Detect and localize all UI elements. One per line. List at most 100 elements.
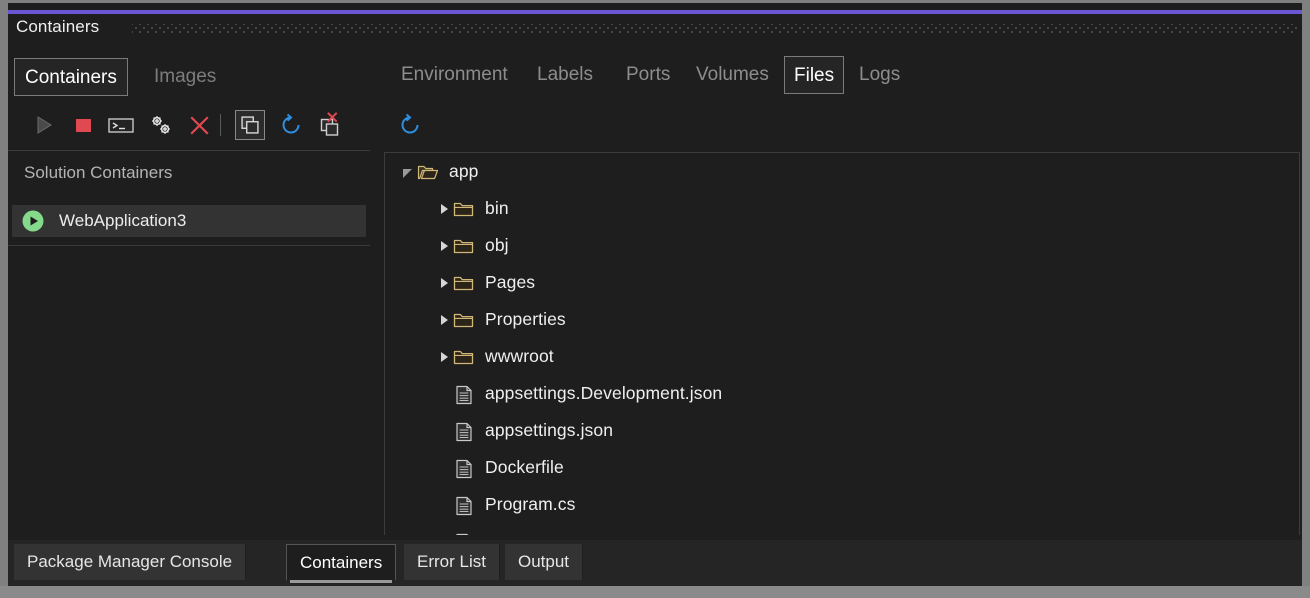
start-container-button[interactable]: [28, 110, 58, 140]
chevron-right-icon[interactable]: [435, 274, 453, 292]
tree-node-label: appsettings.json: [485, 420, 613, 441]
list-item-webapplication3[interactable]: WebApplication3: [12, 205, 366, 237]
chevron-down-icon[interactable]: [399, 163, 417, 181]
play-icon: [28, 110, 58, 140]
refresh-files-button[interactable]: [395, 110, 425, 140]
file-tree[interactable]: appbin obj Pages Properties wwwroot appsettin…: [384, 152, 1300, 535]
remove-container-button[interactable]: [185, 110, 215, 140]
tree-row[interactable]: appsettings.json: [385, 412, 1299, 449]
stop-container-button[interactable]: [68, 110, 98, 140]
prune-containers-button[interactable]: [316, 110, 346, 140]
container-toolbar: [8, 108, 370, 144]
tab-logs[interactable]: Logs: [850, 56, 909, 94]
tree-node-label: bin: [485, 198, 509, 219]
tree-expander[interactable]: [435, 200, 453, 218]
container-settings-button[interactable]: [146, 110, 176, 140]
folder-icon: [453, 199, 475, 219]
tab-images[interactable]: Images: [144, 58, 226, 96]
chevron-right-icon[interactable]: [435, 348, 453, 366]
folder-icon: [453, 347, 475, 367]
window-drag-grip[interactable]: [132, 24, 1298, 33]
tree-row[interactable]: wwwroot: [385, 338, 1299, 375]
containers-list-pane: Containers Images: [8, 50, 370, 537]
tab-ports[interactable]: Ports: [617, 56, 679, 94]
refresh-button[interactable]: [276, 110, 306, 140]
tab-files-label: Files: [794, 65, 834, 86]
tree-expander[interactable]: [435, 274, 453, 292]
tab-labels[interactable]: Labels: [528, 56, 602, 94]
tree-row[interactable]: appsettings.Development.json: [385, 375, 1299, 412]
tab-files[interactable]: Files: [784, 56, 844, 94]
tool-window-title-row: Containers: [8, 14, 1302, 46]
tree-expander: [435, 459, 453, 477]
tree-node-icon: [453, 495, 475, 515]
file-icon: [453, 495, 475, 517]
tree-row[interactable]: obj: [385, 227, 1299, 264]
tab-containers-label: Containers: [25, 67, 117, 88]
tab-volumes[interactable]: Volumes: [687, 56, 778, 94]
tree-row[interactable]: Properties: [385, 301, 1299, 338]
tab-environment[interactable]: Environment: [392, 56, 517, 94]
tree-expander[interactable]: [435, 237, 453, 255]
bottom-tab-output-label: Output: [518, 552, 569, 571]
tree-node-label: app: [449, 161, 479, 182]
file-icon: [453, 458, 475, 480]
file-icon: [453, 421, 475, 443]
tree-row[interactable]: Pages: [385, 264, 1299, 301]
bottom-tab-containers[interactable]: Containers: [286, 544, 396, 580]
tree-expander[interactable]: [435, 311, 453, 329]
tree-node-icon: [453, 532, 475, 536]
bottom-tab-error-list[interactable]: Error List: [404, 544, 500, 580]
containers-tool-window: Containers Containers Images: [0, 0, 1310, 598]
show-containers-button[interactable]: [235, 110, 265, 140]
open-terminal-button[interactable]: [106, 110, 136, 140]
folder-icon: [453, 236, 475, 256]
tree-row[interactable]: bin: [385, 190, 1299, 227]
refresh-icon: [395, 110, 425, 140]
details-tabstrip: Environment Labels Ports Volumes Files L…: [382, 56, 1302, 100]
tree-row[interactable]: [385, 523, 1299, 535]
files-toolbar: [382, 108, 1302, 146]
tab-ports-label: Ports: [626, 64, 670, 85]
bottom-tab-output[interactable]: Output: [505, 544, 583, 580]
tree-node-label: Pages: [485, 272, 535, 293]
status-bar: [0, 586, 1310, 598]
chevron-right-icon[interactable]: [435, 237, 453, 255]
folder-open-icon: [417, 162, 439, 182]
tree-expander[interactable]: [399, 163, 417, 181]
tree-expander[interactable]: [435, 348, 453, 366]
list-divider: [8, 245, 370, 246]
tree-node-icon: [453, 310, 475, 330]
tree-expander: [435, 533, 453, 536]
tree-node-label: Program.cs: [485, 494, 575, 515]
left-pane-tabstrip: Containers Images: [8, 58, 370, 102]
tab-environment-label: Environment: [401, 64, 508, 85]
bottom-tab-error-list-label: Error List: [417, 552, 486, 571]
gears-icon: [146, 110, 176, 140]
folder-icon: [453, 310, 475, 330]
tree-node-label: Dockerfile: [485, 457, 564, 478]
chevron-right-icon[interactable]: [435, 311, 453, 329]
close-x-icon: [185, 110, 215, 140]
tab-labels-label: Labels: [537, 64, 593, 85]
bottom-tab-containers-label: Containers: [300, 553, 382, 572]
stop-square-icon: [68, 110, 98, 140]
tree-row[interactable]: Program.cs: [385, 486, 1299, 523]
tree-node-label: Properties: [485, 309, 566, 330]
refresh-icon: [276, 110, 306, 140]
tree-node-label: wwwroot: [485, 346, 554, 367]
tree-node-icon: [453, 347, 475, 367]
tree-row[interactable]: Dockerfile: [385, 449, 1299, 486]
tree-node-icon: [453, 458, 475, 478]
list-item-label: WebApplication3: [59, 211, 186, 231]
tab-containers[interactable]: Containers: [14, 58, 128, 96]
bottom-tab-package-manager-console-label: Package Manager Console: [27, 552, 232, 571]
solution-containers-header: Solution Containers: [8, 154, 370, 192]
folder-icon: [453, 273, 475, 293]
tree-row[interactable]: app: [385, 153, 1299, 190]
tree-expander: [435, 385, 453, 403]
bottom-tab-package-manager-console[interactable]: Package Manager Console: [14, 544, 246, 580]
bottom-tabstrip: Package Manager Console Containers Error…: [8, 540, 1302, 586]
chevron-right-icon[interactable]: [435, 200, 453, 218]
tree-node-icon: [453, 384, 475, 404]
